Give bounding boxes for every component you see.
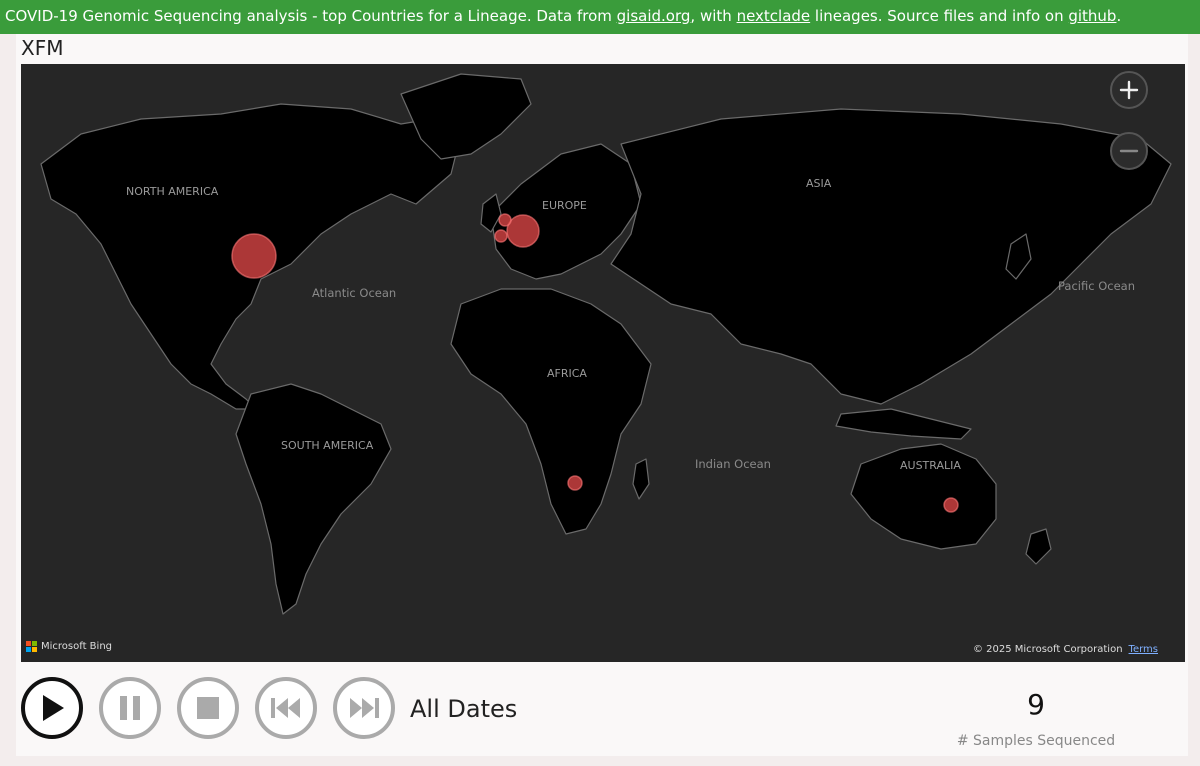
terms-link[interactable]: Terms — [1129, 644, 1158, 655]
label-europe: EUROPE — [542, 199, 587, 212]
label-pacific-ocean: Pacific Ocean — [1058, 279, 1135, 293]
label-atlantic-ocean: Atlantic Ocean — [312, 286, 397, 300]
bubble-australia — [943, 497, 959, 513]
label-africa: AFRICA — [547, 367, 587, 380]
skip-back-icon — [271, 698, 300, 718]
label-asia: ASIA — [806, 177, 832, 190]
github-link[interactable]: github — [1068, 7, 1116, 25]
date-label: All Dates — [410, 695, 518, 723]
play-icon — [43, 695, 64, 721]
skip-back-button[interactable] — [255, 677, 317, 739]
bubble-south-africa — [567, 475, 583, 491]
plus-icon — [1119, 80, 1139, 100]
zoom-in-button[interactable] — [1110, 71, 1148, 109]
lineage-title: XFM — [21, 36, 64, 60]
pause-button[interactable] — [99, 677, 161, 739]
header-banner: COVID-19 Genomic Sequencing analysis - t… — [0, 0, 1200, 34]
banner-text-3: lineages. Source files and info on — [810, 7, 1069, 25]
new-zealand-shape — [1025, 528, 1052, 565]
gisaid-link[interactable]: gisaid.org — [617, 7, 691, 25]
label-north-america: NORTH AMERICA — [126, 185, 219, 198]
bing-attribution-text: Microsoft Bing — [41, 641, 113, 652]
nextclade-link[interactable]: nextclade — [737, 7, 811, 25]
south-america-shape — [235, 383, 392, 615]
sample-count-caption: # Samples Sequenced — [956, 733, 1116, 749]
microsoft-logo-icon — [26, 641, 37, 652]
sample-count: 9 — [1027, 688, 1045, 721]
skip-forward-icon — [350, 698, 379, 718]
bubble-uk — [498, 213, 512, 227]
play-button[interactable] — [21, 677, 83, 739]
indonesia-shape — [835, 408, 972, 440]
asia-shape — [610, 108, 1172, 405]
minus-icon — [1119, 149, 1139, 153]
africa-shape — [450, 288, 652, 535]
map-copyright: © 2025 Microsoft Corporation Terms — [973, 644, 1158, 655]
banner-text-4: . — [1116, 7, 1122, 25]
bing-attribution: Microsoft Bing — [26, 641, 112, 652]
stop-button[interactable] — [177, 677, 239, 739]
label-indian-ocean: Indian Ocean — [695, 457, 771, 471]
banner-text-1: COVID-19 Genomic Sequencing analysis - t… — [5, 7, 617, 25]
bubble-france — [494, 229, 508, 243]
world-map[interactable]: NORTH AMERICA SOUTH AMERICA EUROPE ASIA … — [21, 64, 1185, 662]
bubble-europe-main — [506, 214, 540, 248]
bubble-usa — [231, 233, 277, 279]
copyright-text: © 2025 Microsoft Corporation — [972, 644, 1123, 655]
zoom-out-button[interactable] — [1110, 132, 1148, 170]
label-south-america: SOUTH AMERICA — [281, 439, 374, 452]
skip-forward-button[interactable] — [333, 677, 395, 739]
land-masses — [40, 73, 1172, 615]
stop-icon — [197, 697, 219, 719]
madagascar-shape — [632, 458, 650, 500]
label-australia: AUSTRALIA — [900, 459, 961, 472]
banner-text-2: , with — [690, 7, 737, 25]
pause-icon — [120, 696, 140, 720]
